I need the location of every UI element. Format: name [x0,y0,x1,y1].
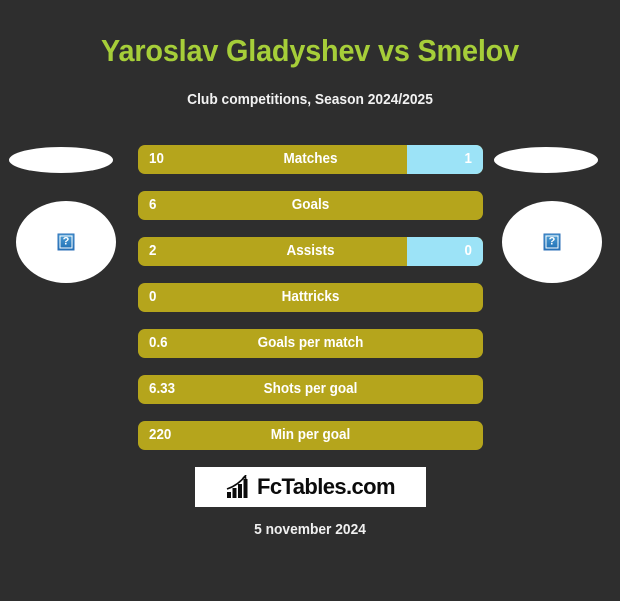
stat-label: Hattricks [281,289,340,306]
stat-value-right: 1 [464,151,472,168]
photo-placeholder-main-right: ? [502,200,602,283]
photo-placeholder-main-left: ? [16,200,116,283]
stat-row-content: 0 Hattricks [138,283,483,312]
stat-value-left: 0.6 [149,335,168,352]
stat-label: Min per goal [270,427,351,444]
broken-image-icon: ? [57,233,75,251]
stat-value-left: 2 [149,243,157,260]
stat-label: Assists [286,243,335,260]
date-label: 5 november 2024 [254,521,366,538]
stat-row-content: 0.6 Goals per match [138,329,483,358]
stat-comparison-card: Yaroslav Gladyshev vs Smelov Club compet… [0,21,620,601]
stat-value-right: 0 [464,243,472,260]
stat-value-left: 0 [149,289,157,306]
stat-row: 6.33 Shots per goal [138,374,483,404]
stat-row-content: 6 Goals [138,191,483,220]
stat-row: 0 Hattricks [138,282,483,312]
stat-row-content: 6.33 Shots per goal [138,375,483,404]
page-title: Yaroslav Gladyshev vs Smelov [101,32,519,68]
stat-value-left: 220 [149,427,172,444]
stat-row: 0.6 Goals per match [138,328,483,358]
logo-text: FcTables.com [257,473,395,499]
player-photo-right: ? [484,139,614,289]
stats-list: 10 Matches 1 6 Goals 2 Assists 0 0 Hattricks 0.6 Go… [138,144,483,467]
stat-value-left: 10 [149,151,164,168]
page-subtitle: Club competitions, Season 2024/2025 [187,91,433,108]
stat-label: Shots per goal [263,381,358,398]
stat-label: Goals [291,197,330,214]
stat-row: 6 Goals [138,190,483,220]
stat-row-content: 10 Matches 1 [138,145,483,174]
stat-label: Goals per match [257,335,364,352]
stat-value-left: 6 [149,197,157,214]
stat-row: 220 Min per goal [138,420,483,450]
stat-row-content: 2 Assists 0 [138,237,483,266]
stat-row-content: 220 Min per goal [138,421,483,450]
player-photo-left: ? [6,139,136,289]
broken-image-glyph: ? [548,235,556,248]
broken-image-glyph: ? [62,235,70,248]
stat-value-left: 6.33 [149,381,176,398]
fctables-logo[interactable]: FcTables.com [195,466,426,507]
stat-label: Matches [283,151,338,168]
stat-row: 2 Assists 0 [138,236,483,266]
stat-row: 10 Matches 1 [138,144,483,174]
photo-placeholder-top-right [494,146,598,173]
broken-image-icon: ? [543,233,561,251]
bar-chart-growth-icon [226,474,248,498]
photo-placeholder-top-left [9,146,113,173]
